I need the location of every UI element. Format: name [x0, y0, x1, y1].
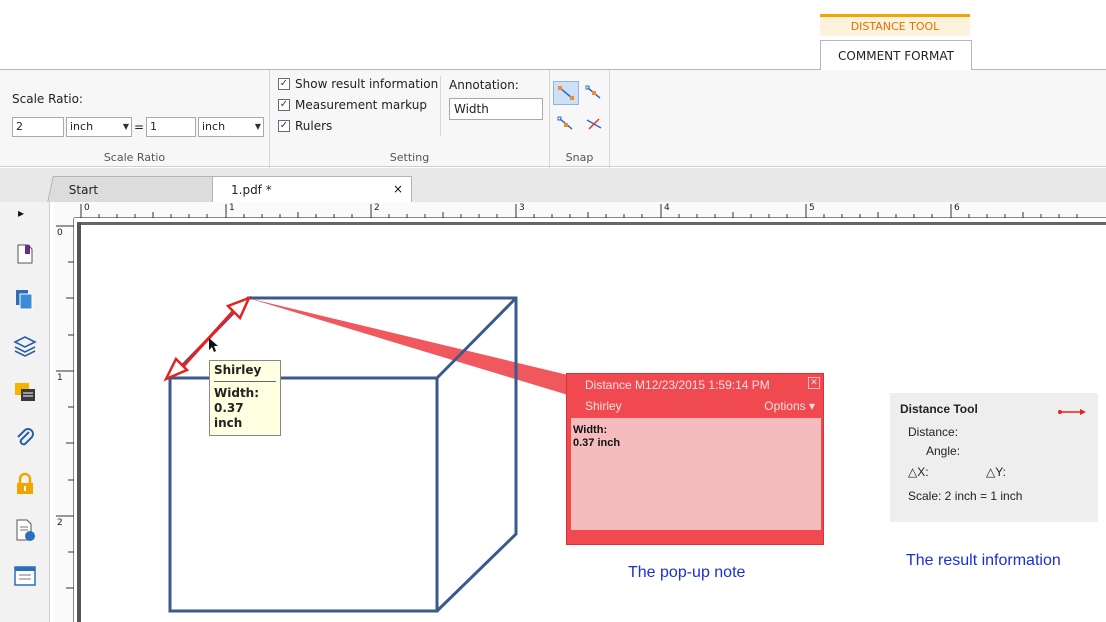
result-information-panel: Distance Tool Distance: Angle: △X: △Y: S…: [890, 393, 1098, 522]
tooltip-line1: Width:: [214, 386, 260, 400]
tab-file-label: 1.pdf *: [231, 182, 272, 197]
popup-title: Distance M12/23/2015 1:59:14 PM: [585, 378, 770, 392]
comments-icon[interactable]: [13, 380, 37, 404]
popup-subject: Distance M: [585, 378, 646, 392]
snap-group: Snap: [550, 70, 610, 168]
snap-group-label: Snap: [565, 151, 594, 164]
left-navigation-panel: ▸: [0, 202, 50, 622]
scale-right-value-input[interactable]: 1: [146, 117, 196, 137]
close-icon[interactable]: ×: [393, 182, 403, 196]
checkbox-label: Rulers: [295, 119, 333, 133]
rulers-checkbox[interactable]: ✓ Rulers: [278, 119, 332, 133]
pages-thumbnail-icon[interactable]: [13, 288, 37, 312]
popup-caption: The pop-up note: [628, 564, 746, 581]
popup-options-menu[interactable]: Options ▾: [764, 399, 815, 413]
snap-endpoint-button[interactable]: [553, 81, 579, 105]
tab-1-pdf[interactable]: 1.pdf * ×: [212, 176, 412, 202]
checkbox-checked-icon: ✓: [278, 120, 290, 132]
scale-left-unit-select[interactable]: inch ▼: [66, 117, 132, 137]
annotation-label: Annotation:: [449, 78, 519, 92]
measurement-tooltip: Shirley Width: 0.37 inch: [209, 360, 281, 436]
expand-panel-arrow-icon[interactable]: ▸: [18, 206, 24, 220]
divider: [440, 76, 441, 136]
snap-intersection-button[interactable]: [581, 112, 607, 136]
vruler-mark-1: 1: [57, 373, 63, 383]
distance-line-icon: [1058, 409, 1086, 415]
form-fields-icon[interactable]: [13, 564, 37, 588]
scale-ratio-group-label: Scale Ratio: [103, 151, 166, 164]
popup-note-body[interactable]: Width: 0.37 inch: [571, 418, 821, 530]
scale-ratio-label: Scale Ratio:: [12, 92, 83, 106]
ruler-mark-1: 1: [229, 203, 235, 213]
scale-right-unit-select[interactable]: inch ▼: [198, 117, 264, 137]
checkbox-label: Show result information: [295, 77, 439, 91]
horizontal-ruler[interactable]: 0 1 2 3 4 5 6: [74, 202, 1106, 218]
ruler-mark-4: 4: [664, 203, 670, 213]
snap-midpoint-button[interactable]: [581, 81, 607, 105]
checkbox-label: Measurement markup: [295, 98, 427, 112]
popup-author: Shirley: [585, 399, 622, 413]
setting-group-label: Setting: [389, 151, 430, 164]
equals-sign: =: [134, 120, 145, 134]
tab-start-label: Start: [68, 182, 99, 197]
distance-tool-context-label: DISTANCE TOOL: [820, 14, 970, 36]
ruler-mark-2: 2: [374, 203, 380, 213]
result-delta-x: △X:: [908, 465, 929, 479]
vruler-mark-0: 0: [57, 228, 63, 238]
page-border-top: [77, 222, 1106, 225]
result-delta-y: △Y:: [986, 465, 1006, 479]
chevron-down-icon: ▼: [254, 122, 261, 131]
ruler-mark-6: 6: [954, 203, 960, 213]
checkbox-checked-icon: ✓: [278, 78, 290, 90]
page-border-left: [77, 222, 81, 622]
vertical-ruler-ticks: [56, 225, 74, 589]
snap-center-button[interactable]: [553, 112, 579, 136]
ribbon: Scale Ratio: 2 inch ▼ = 1 inch ▼ Scale R…: [0, 69, 1106, 168]
layers-icon[interactable]: [13, 334, 37, 358]
ruler-mark-0: 0: [84, 203, 90, 213]
show-result-checkbox[interactable]: ✓ Show result information: [278, 77, 438, 91]
setting-group: ✓ Show result information ✓ Measurement …: [270, 70, 550, 168]
result-distance: Distance:: [908, 425, 959, 439]
snap-endpoint-icon: [558, 86, 574, 100]
scale-left-unit-value: inch: [70, 120, 94, 133]
popup-line2: 0.37 inch: [573, 437, 621, 449]
popup-line1: Width:: [573, 424, 608, 436]
popup-date: 12/23/2015 1:59:14 PM: [645, 378, 770, 392]
tab-start[interactable]: Start: [47, 176, 219, 202]
close-icon[interactable]: ✕: [808, 377, 820, 389]
document-tab-strip: Start 1.pdf * ×: [0, 168, 1106, 202]
snap-center-icon: [557, 116, 573, 130]
popup-note[interactable]: Distance M12/23/2015 1:59:14 PM ✕ Shirle…: [566, 373, 824, 545]
tab-comment-format[interactable]: COMMENT FORMAT: [820, 40, 972, 70]
result-title: Distance Tool: [900, 402, 978, 416]
bookmark-icon[interactable]: [13, 242, 37, 266]
ruler-corner: [54, 202, 74, 218]
scale-left-value-input[interactable]: 2: [12, 117, 64, 137]
vruler-mark-2: 2: [57, 518, 63, 528]
annotation-input[interactable]: Width: [449, 98, 543, 120]
security-lock-icon[interactable]: [13, 472, 37, 496]
vertical-ruler[interactable]: 0 1 2: [54, 218, 74, 622]
chevron-down-icon: ▼: [122, 122, 129, 131]
scale-ratio-group: Scale Ratio: 2 inch ▼ = 1 inch ▼ Scale R…: [0, 70, 270, 168]
attachment-icon[interactable]: [13, 426, 37, 450]
snap-midpoint-icon: [585, 85, 601, 99]
result-caption: The result information: [906, 552, 1061, 569]
signature-document-icon[interactable]: [13, 518, 37, 542]
scale-right-unit-value: inch: [202, 120, 226, 133]
measurement-markup-checkbox[interactable]: ✓ Measurement markup: [278, 98, 427, 112]
snap-intersection-icon: [586, 118, 602, 130]
tooltip-author: Shirley: [214, 363, 276, 382]
result-scale: Scale: 2 inch = 1 inch: [908, 489, 1023, 503]
checkbox-checked-icon: ✓: [278, 99, 290, 111]
result-angle: Angle:: [926, 444, 961, 458]
tooltip-line2: 0.37 inch: [214, 401, 244, 430]
ruler-mark-5: 5: [809, 203, 815, 213]
ruler-mark-3: 3: [519, 203, 525, 213]
